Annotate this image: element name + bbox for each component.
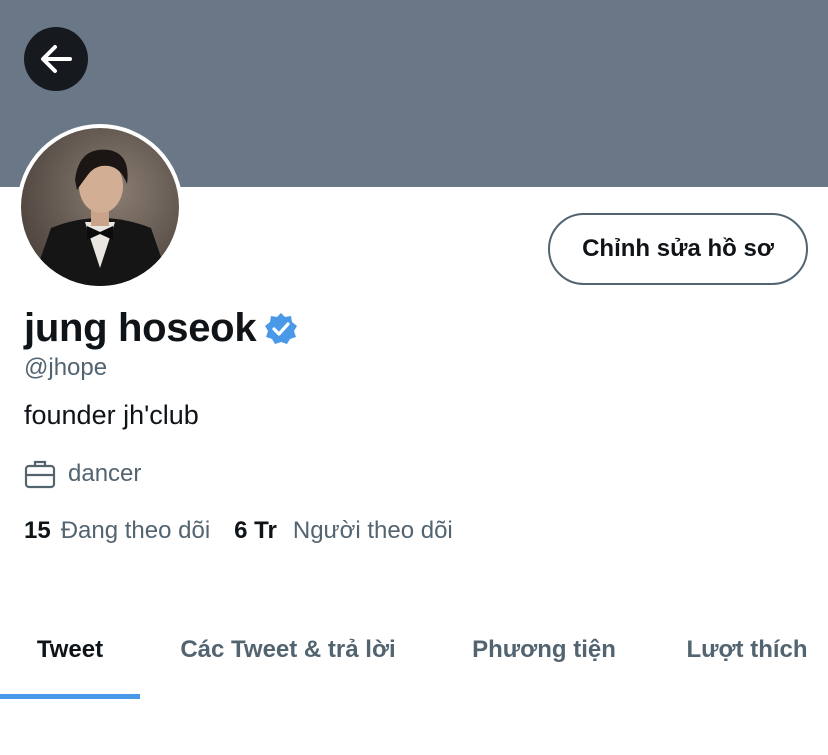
job-label: dancer bbox=[68, 460, 142, 487]
tab-tweets[interactable]: Tweet bbox=[0, 620, 140, 680]
profile-name: jung hoseok bbox=[24, 306, 257, 350]
tab-likes[interactable]: Lượt thích bbox=[672, 620, 822, 680]
tab-media[interactable]: Phương tiện bbox=[458, 620, 630, 680]
profile-handle: @jhope bbox=[24, 354, 108, 381]
profile-name-row: jung hoseok bbox=[24, 306, 298, 351]
avatar-image bbox=[21, 128, 179, 286]
following-label: Đang theo dõi bbox=[60, 517, 211, 544]
profile-tabs: Tweet Các Tweet & trả lời Phương tiện Lư… bbox=[0, 620, 828, 700]
followers-label: Người theo dõi bbox=[292, 517, 453, 544]
profile-job: dancer bbox=[24, 458, 141, 490]
profile-bio: founder jh'club bbox=[24, 400, 199, 430]
edit-profile-button[interactable]: Chỉnh sửa hồ sơ bbox=[548, 213, 808, 285]
followers-count: 6 Tr bbox=[234, 517, 277, 544]
follow-stats: 15 Đang theo dõi 6 Tr Người theo dõi bbox=[24, 517, 453, 545]
followers-link[interactable]: 6 Tr Người theo dõi bbox=[234, 517, 453, 545]
briefcase-icon bbox=[24, 458, 56, 490]
back-button[interactable] bbox=[24, 27, 88, 91]
avatar[interactable] bbox=[17, 124, 183, 290]
active-tab-indicator bbox=[0, 694, 140, 699]
following-link[interactable]: 15 Đang theo dõi bbox=[24, 517, 210, 545]
verified-badge-icon bbox=[264, 312, 298, 346]
following-count: 15 bbox=[24, 517, 51, 544]
tab-tweets-and-replies[interactable]: Các Tweet & trả lời bbox=[160, 620, 416, 680]
arrow-left-icon bbox=[38, 41, 74, 77]
